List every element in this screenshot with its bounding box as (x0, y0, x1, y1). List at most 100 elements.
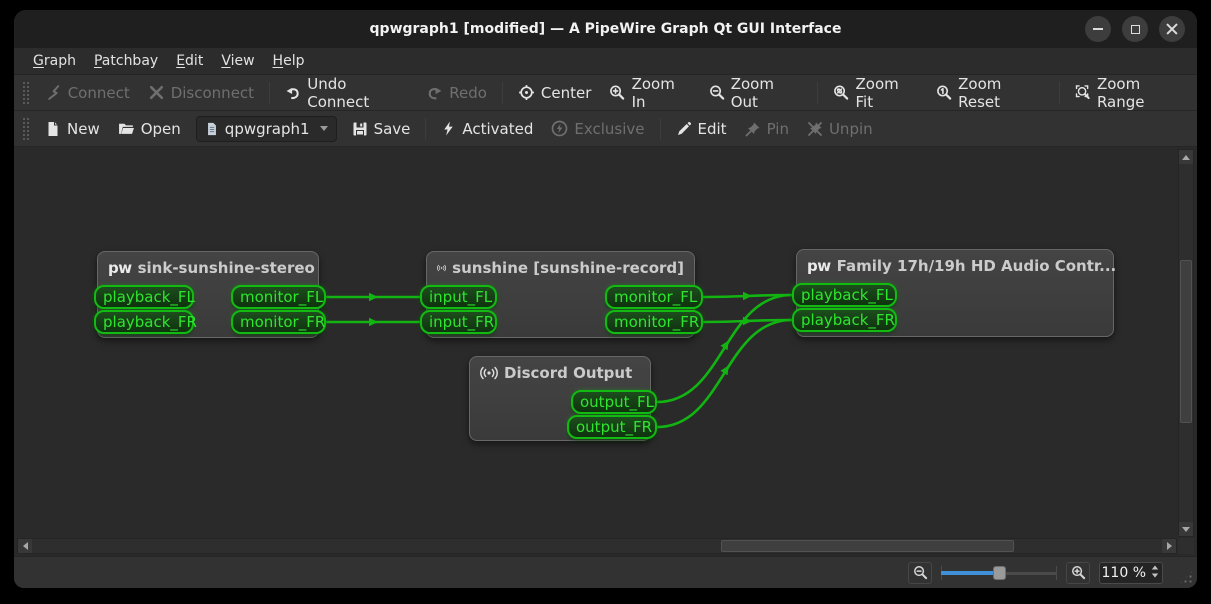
unpin-button[interactable]: Unpin (798, 116, 882, 142)
port-input-fl[interactable]: input_FL (420, 285, 497, 309)
toolbar-separator (502, 82, 503, 104)
zoom-percent-value: 110 % (1102, 565, 1146, 581)
zoom-reset-button[interactable]: Zoom Reset (927, 71, 1053, 115)
zoom-slider-handle[interactable] (993, 566, 1006, 580)
vertical-scrollbar-thumb[interactable] (1180, 260, 1192, 423)
new-button[interactable]: New (36, 116, 109, 142)
zoom-range-icon (1075, 84, 1091, 101)
open-button[interactable]: Open (109, 116, 190, 142)
port-monitor-fl[interactable]: monitor_FL (605, 285, 703, 309)
triangle-right-icon (1167, 542, 1172, 550)
menu-patchbay[interactable]: Patchbay (85, 50, 167, 72)
patchbay-select-value: qpwgraph1 (225, 120, 310, 138)
scroll-down-button[interactable] (1179, 522, 1193, 536)
toolbar-separator (660, 118, 661, 140)
status-bar: 110 % (14, 557, 1197, 588)
zoom-percent-spinbox[interactable]: 110 % (1099, 562, 1163, 584)
zoom-in-icon (1071, 565, 1086, 580)
menu-edit[interactable]: Edit (167, 50, 212, 72)
zoom-fit-icon (833, 84, 849, 101)
minimize-icon (1093, 28, 1103, 30)
pin-button[interactable]: Pin (736, 116, 798, 142)
window-title: qpwgraph1 [modified] — A PipeWire Graph … (370, 21, 842, 37)
wire-arrow (743, 292, 752, 300)
triangle-left-icon (23, 542, 28, 550)
patchbay-toolbar: New Open qpwgraph1 Save Activated Exclus… (14, 111, 1197, 147)
connect-button[interactable]: Connect (36, 80, 139, 106)
zoom-out-button[interactable]: Zoom Out (700, 71, 812, 115)
open-folder-icon (118, 120, 135, 137)
redo-icon (426, 84, 443, 101)
menu-graph[interactable]: Graph (24, 50, 85, 72)
node-title: sink-sunshine-stereo (138, 259, 315, 277)
minimize-button[interactable] (1085, 16, 1111, 42)
port-monitor-fl[interactable]: monitor_FL (231, 285, 326, 309)
circled-lightning-icon (551, 120, 568, 137)
undo-connect-button[interactable]: Undo Connect (276, 71, 417, 115)
toolbar-drag-handle[interactable] (22, 117, 29, 141)
port-output-fl[interactable]: output_FL (571, 390, 657, 414)
wire-arrow (369, 293, 378, 301)
vertical-scrollbar[interactable] (1178, 149, 1194, 537)
toolbar-separator (817, 82, 818, 104)
port-playback-fr[interactable]: playback_FR (792, 308, 897, 332)
connection-wires[interactable] (14, 147, 1175, 538)
unpin-icon (807, 121, 823, 137)
menu-help[interactable]: Help (264, 50, 314, 72)
center-button[interactable]: Center (509, 80, 601, 106)
edit-button[interactable]: Edit (667, 116, 736, 142)
app-window: qpwgraph1 [modified] — A PipeWire Graph … (14, 10, 1197, 588)
triangle-down-icon (1182, 527, 1190, 532)
exclusive-toggle[interactable]: Exclusive (542, 116, 653, 142)
activated-toggle[interactable]: Activated (432, 116, 542, 142)
port-input-fr[interactable]: input_FR (420, 310, 497, 334)
status-zoom-in-button[interactable] (1066, 562, 1090, 584)
scroll-left-button[interactable] (18, 539, 32, 553)
horizontal-scrollbar[interactable] (17, 538, 1177, 554)
title-bar[interactable]: qpwgraph1 [modified] — A PipeWire Graph … (14, 10, 1197, 48)
zoom-out-icon (709, 84, 725, 101)
save-button[interactable]: Save (343, 116, 420, 142)
zoom-out-icon (913, 565, 928, 580)
center-icon (518, 84, 535, 101)
spin-down-icon[interactable] (1152, 573, 1158, 577)
port-playback-fl[interactable]: playback_FL (792, 283, 897, 307)
horizontal-scrollbar-thumb[interactable] (721, 540, 1014, 552)
connect-icon (45, 84, 62, 101)
maximize-button[interactable] (1122, 16, 1148, 42)
patchbay-select[interactable]: qpwgraph1 (196, 116, 337, 142)
status-zoom-out-button[interactable] (908, 562, 932, 584)
port-monitor-fr[interactable]: monitor_FR (231, 310, 326, 334)
node-title: sunshine [sunshine-record] (452, 259, 684, 277)
spin-up-icon[interactable] (1152, 565, 1158, 569)
graph-canvas[interactable]: pw sink-sunshine-stereo sunshine [sunshi… (14, 147, 1197, 557)
node-title: Family 17h/19h HD Audio Contr... (837, 257, 1117, 275)
scroll-right-button[interactable] (1162, 539, 1176, 553)
zoom-in-icon (609, 84, 625, 101)
port-output-fr[interactable]: output_FR (567, 415, 657, 439)
port-playback-fl[interactable]: playback_FL (94, 285, 194, 309)
menu-view[interactable]: View (212, 50, 263, 72)
zoom-fit-button[interactable]: Zoom Fit (824, 71, 927, 115)
stream-icon (480, 365, 498, 381)
disconnect-icon (148, 84, 165, 101)
redo-button[interactable]: Redo (417, 80, 496, 106)
disconnect-button[interactable]: Disconnect (139, 80, 263, 106)
wire-arrow (369, 318, 378, 326)
toolbar-separator (269, 82, 270, 104)
zoom-range-button[interactable]: Zoom Range (1066, 71, 1197, 115)
lightning-icon (441, 121, 456, 136)
toolbar-separator (1059, 82, 1060, 104)
stream-icon (437, 260, 446, 276)
toolbar-drag-handle[interactable] (22, 81, 29, 105)
save-icon (352, 121, 368, 137)
close-button[interactable] (1159, 16, 1185, 42)
port-playback-fr[interactable]: playback_FR (94, 310, 194, 334)
zoom-slider[interactable] (941, 565, 1057, 581)
zoom-in-button[interactable]: Zoom In (600, 71, 699, 115)
scroll-up-button[interactable] (1179, 150, 1193, 164)
node-title: Discord Output (504, 364, 632, 382)
window-resize-grip[interactable] (1179, 570, 1193, 584)
maximize-icon (1131, 25, 1140, 34)
port-monitor-fr[interactable]: monitor_FR (605, 310, 703, 334)
